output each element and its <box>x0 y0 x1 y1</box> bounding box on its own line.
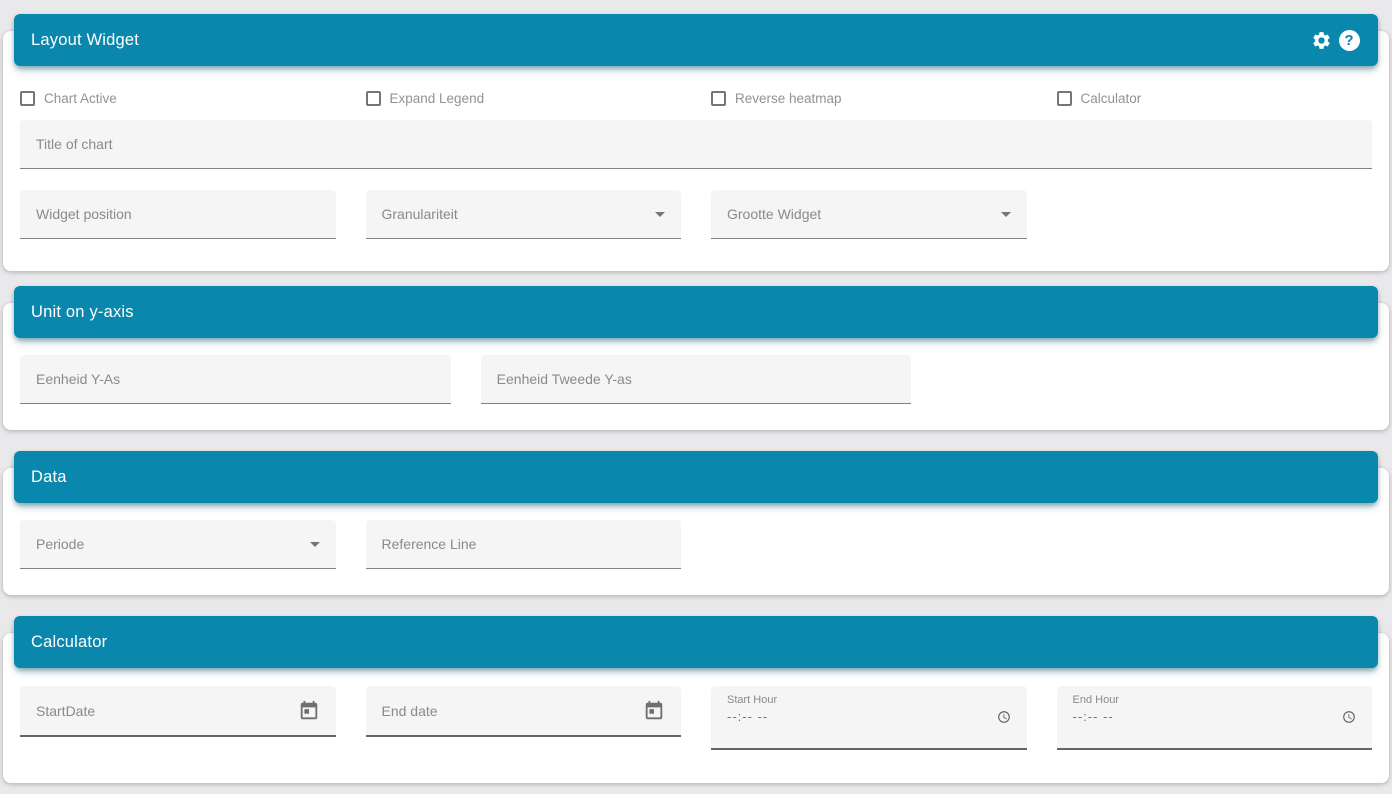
chart-title-placeholder: Title of chart <box>36 136 113 152</box>
start-hour-text: Start Hour --:-- -- <box>727 694 777 724</box>
unit-y-axis-title: Unit on y-axis <box>31 302 134 321</box>
checkbox-box-icon[interactable] <box>365 90 381 106</box>
layout-widget-header: Layout Widget ? <box>14 14 1378 66</box>
data-fields-row: Periode Reference Line <box>20 520 1372 569</box>
start-hour-input[interactable]: Start Hour --:-- -- <box>711 686 1027 750</box>
checkbox-expand-legend[interactable]: Expand Legend <box>365 89 682 107</box>
start-date-input[interactable]: StartDate <box>20 686 336 737</box>
panel-calculator: Calculator StartDate End date Start Hour… <box>3 595 1389 783</box>
end-hour-input[interactable]: End Hour --:-- -- <box>1056 686 1372 750</box>
reference-line-placeholder: Reference Line <box>381 536 477 552</box>
end-hour-text: End Hour --:-- -- <box>1073 694 1119 724</box>
panel-layout-widget: Layout Widget ? Chart Active Expand Lege… <box>3 0 1389 271</box>
checkbox-calculator[interactable]: Calculator <box>1056 89 1373 107</box>
calculator-title: Calculator <box>31 632 108 651</box>
help-icon[interactable]: ? <box>1337 28 1361 52</box>
period-label: Periode <box>36 536 85 552</box>
end-date-placeholder: End date <box>381 702 438 719</box>
granularity-select[interactable]: Granulariteit <box>365 190 681 239</box>
period-select[interactable]: Periode <box>20 520 336 569</box>
end-hour-value[interactable]: --:-- -- <box>1073 709 1119 724</box>
chevron-down-icon <box>655 211 665 217</box>
chevron-down-icon <box>1000 211 1011 217</box>
layout-widget-title: Layout Widget <box>31 30 140 49</box>
calculator-header: Calculator <box>14 616 1378 668</box>
checkbox-label: Calculator <box>1080 90 1142 106</box>
unit-y-axis-header: Unit on y-axis <box>14 286 1378 338</box>
data-header: Data <box>14 451 1378 503</box>
widget-position-placeholder: Widget position <box>36 206 132 222</box>
help-question-glyph: ? <box>1338 29 1360 51</box>
reference-line-input[interactable]: Reference Line <box>365 520 681 569</box>
settings-icon[interactable] <box>1309 28 1333 52</box>
unit-y-axis-input[interactable]: Eenheid Y-As <box>20 355 451 404</box>
start-date-placeholder: StartDate <box>36 702 96 719</box>
chevron-down-icon <box>309 541 320 547</box>
calendar-icon[interactable] <box>643 700 665 722</box>
calendar-icon[interactable] <box>298 700 320 722</box>
unit-second-y-axis-input[interactable]: Eenheid Tweede Y-as <box>480 355 912 404</box>
panel-data: Data Periode Reference Line <box>3 430 1389 595</box>
checkbox-label: Chart Active <box>44 90 117 106</box>
data-title: Data <box>31 467 67 486</box>
clock-icon[interactable] <box>1342 710 1356 724</box>
calculator-fields-row: StartDate End date Start Hour --:-- -- E… <box>20 686 1372 750</box>
clock-icon[interactable] <box>997 710 1011 724</box>
end-date-input[interactable]: End date <box>365 686 681 737</box>
checkbox-box-icon[interactable] <box>1056 90 1072 106</box>
widget-settings-page: Layout Widget ? Chart Active Expand Lege… <box>0 0 1392 794</box>
panel-unit-y-axis: Unit on y-axis Eenheid Y-As Eenheid Twee… <box>3 271 1389 430</box>
checkbox-box-icon[interactable] <box>20 90 35 106</box>
chart-title-input[interactable]: Title of chart <box>20 120 1372 169</box>
granularity-label: Granulariteit <box>381 206 458 222</box>
widget-position-input[interactable]: Widget position <box>20 190 336 239</box>
layout-fields-row: Widget position Granulariteit Grootte Wi… <box>20 190 1372 239</box>
checkbox-label: Expand Legend <box>389 90 485 106</box>
unit-second-y-axis-placeholder: Eenheid Tweede Y-as <box>496 371 632 387</box>
checkbox-row: Chart Active Expand Legend Reverse heatm… <box>20 89 1372 107</box>
checkbox-chart-active[interactable]: Chart Active <box>20 89 336 107</box>
start-hour-value[interactable]: --:-- -- <box>727 709 777 724</box>
end-hour-label: End Hour <box>1072 694 1119 706</box>
checkbox-box-icon[interactable] <box>711 90 726 106</box>
layout-widget-card: Chart Active Expand Legend Reverse heatm… <box>3 31 1389 271</box>
header-icons: ? <box>1309 28 1361 52</box>
widget-size-label: Grootte Widget <box>727 206 822 222</box>
checkbox-label: Reverse heatmap <box>735 90 842 106</box>
unit-y-axis-placeholder: Eenheid Y-As <box>36 371 121 387</box>
checkbox-reverse-heatmap[interactable]: Reverse heatmap <box>711 89 1027 107</box>
widget-size-select[interactable]: Grootte Widget <box>711 190 1027 239</box>
unit-fields-row: Eenheid Y-As Eenheid Tweede Y-as <box>20 355 1372 404</box>
start-hour-label: Start Hour <box>727 694 778 706</box>
